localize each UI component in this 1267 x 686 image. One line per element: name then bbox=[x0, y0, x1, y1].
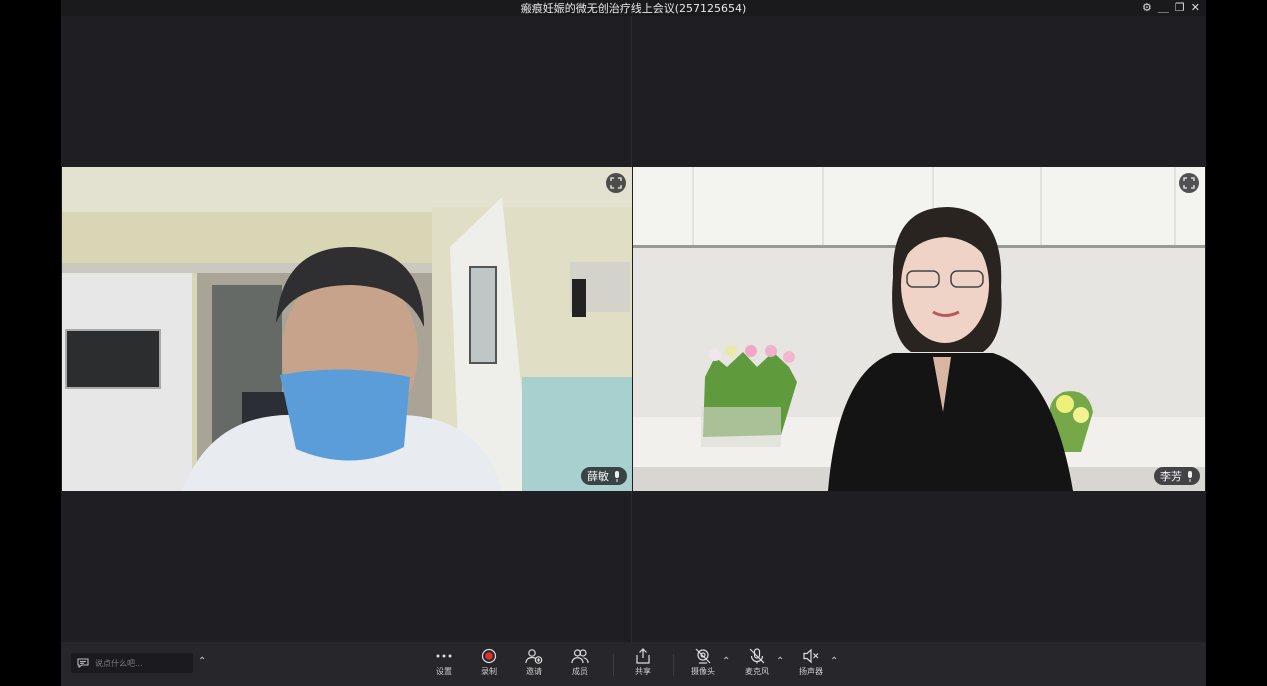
minimize-icon[interactable]: ＿ bbox=[1158, 0, 1169, 16]
camera-off-icon bbox=[695, 648, 711, 664]
members-label: 成员 bbox=[572, 667, 588, 676]
camera-button[interactable]: 摄像头 bbox=[683, 648, 723, 684]
participant-name: 李芳 bbox=[1160, 470, 1182, 483]
video-tile-1[interactable]: 薛敏 bbox=[62, 167, 632, 491]
invite-label: 邀请 bbox=[526, 667, 542, 676]
toolbar-separator bbox=[613, 654, 614, 676]
speaker-button[interactable]: 扬声器 bbox=[791, 648, 831, 684]
members-button[interactable]: 成员 bbox=[560, 648, 600, 684]
record-label: 录制 bbox=[481, 667, 497, 676]
settings-label: 设置 bbox=[436, 667, 452, 676]
participant-video-1 bbox=[62, 167, 632, 491]
window-controls: ⚙ ＿ ❐ ✕ bbox=[1142, 0, 1200, 16]
meeting-window: 瘢痕妊娠的微无创治疗线上会议(257125654) ⚙ ＿ ❐ ✕ 薛敏 李芳 … bbox=[61, 0, 1206, 686]
microphone-options-chevron-icon[interactable]: ⌃ bbox=[776, 656, 784, 667]
title-bar: 瘢痕妊娠的微无创治疗线上会议(257125654) ⚙ ＿ ❐ ✕ bbox=[61, 0, 1206, 16]
camera-options-chevron-icon[interactable]: ⌃ bbox=[722, 656, 730, 667]
restore-icon[interactable]: ❐ bbox=[1175, 0, 1185, 16]
record-icon bbox=[481, 648, 497, 664]
microphone-icon bbox=[1188, 470, 1192, 482]
speaker-off-icon bbox=[803, 648, 819, 664]
share-icon bbox=[636, 648, 650, 664]
close-icon[interactable]: ✕ bbox=[1191, 0, 1200, 16]
microphone-off-icon bbox=[749, 648, 765, 664]
meeting-title: 瘢痕妊娠的微无创治疗线上会议(257125654) bbox=[520, 2, 747, 15]
video-stage: 薛敏 李芳 bbox=[61, 16, 1206, 642]
chat-input[interactable]: 说点什么吧... bbox=[71, 653, 193, 673]
microphone-label: 麦克风 bbox=[745, 667, 769, 676]
video-tile-2[interactable]: 李芳 bbox=[633, 167, 1205, 491]
settings-icon[interactable]: ⚙ bbox=[1142, 0, 1152, 16]
participant-video-2 bbox=[633, 167, 1205, 491]
meeting-toolbar: 说点什么吧... ⌃ 设置 录制 邀请 成员 共享 摄像头 ⌃ 麦克风 ⌃ 扬声… bbox=[61, 642, 1206, 686]
share-label: 共享 bbox=[635, 667, 651, 676]
camera-label: 摄像头 bbox=[691, 667, 715, 676]
invite-button[interactable]: 邀请 bbox=[514, 648, 554, 684]
fullscreen-icon[interactable] bbox=[606, 173, 626, 193]
toolbar-separator bbox=[673, 654, 674, 676]
participant-name-tag: 薛敏 bbox=[581, 467, 627, 485]
microphone-icon bbox=[615, 470, 619, 482]
more-icon bbox=[436, 654, 452, 658]
chevron-up-icon[interactable]: ⌃ bbox=[198, 656, 206, 667]
record-button[interactable]: 录制 bbox=[469, 648, 509, 684]
speaker-label: 扬声器 bbox=[799, 667, 823, 676]
participant-name: 薛敏 bbox=[587, 470, 609, 483]
share-button[interactable]: 共享 bbox=[623, 648, 663, 684]
chat-placeholder: 说点什么吧... bbox=[95, 658, 143, 668]
fullscreen-icon[interactable] bbox=[1179, 173, 1199, 193]
members-icon bbox=[571, 649, 589, 664]
add-user-icon bbox=[525, 649, 543, 664]
chat-icon bbox=[77, 658, 89, 668]
speaker-options-chevron-icon[interactable]: ⌃ bbox=[830, 656, 838, 667]
microphone-button[interactable]: 麦克风 bbox=[737, 648, 777, 684]
settings-button[interactable]: 设置 bbox=[424, 648, 464, 684]
participant-name-tag: 李芳 bbox=[1154, 467, 1200, 485]
